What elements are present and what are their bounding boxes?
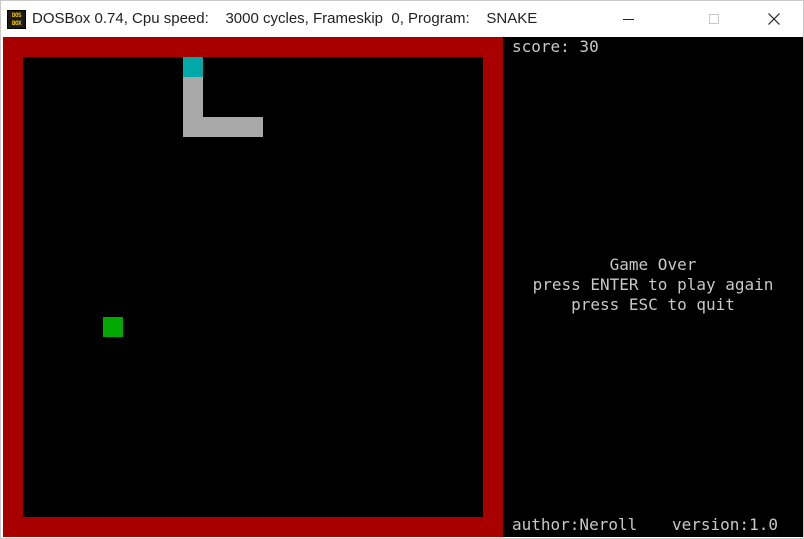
snake-body-segment: [183, 77, 203, 137]
minimize-button[interactable]: [605, 1, 651, 37]
game-board: [23, 57, 483, 517]
window-title: DOSBox 0.74, Cpu speed: 3000 cycles, Fra…: [32, 9, 537, 29]
game-board-border: [3, 37, 503, 537]
maximize-icon: [709, 14, 719, 24]
dos-screen[interactable]: score: 30 Game Over press ENTER to play …: [3, 37, 803, 537]
snake-body-segment: [203, 117, 263, 137]
title-program: SNAKE: [486, 10, 538, 27]
quit-instruction: press ESC to quit: [571, 295, 735, 314]
play-again-instruction: press ENTER to play again: [532, 275, 774, 294]
maximize-button[interactable]: [691, 1, 737, 37]
title-app: DOSBox 0.74, Cpu speed:: [32, 10, 209, 27]
dosbox-app-icon[interactable]: DOS BOX: [7, 10, 26, 29]
version-label: version:1.0: [672, 515, 778, 534]
author-label: author:Neroll: [512, 515, 638, 534]
app-icon-text-top: DOS: [11, 12, 22, 19]
minimize-icon: [622, 18, 634, 20]
close-button[interactable]: [751, 1, 797, 37]
title-cycles: 3000 cycles, Frameskip 0, Program:: [225, 10, 470, 27]
title-bar[interactable]: DOS BOX DOSBox 0.74, Cpu speed: 3000 cyc…: [1, 1, 803, 37]
food-pellet: [103, 317, 123, 337]
snake-head: [183, 57, 203, 77]
game-over-title: Game Over: [609, 255, 697, 274]
dosbox-window: DOS BOX DOSBox 0.74, Cpu speed: 3000 cyc…: [0, 0, 804, 539]
close-icon: [768, 13, 780, 25]
score-label: score: 30: [512, 37, 599, 56]
app-icon-text-bottom: BOX: [11, 20, 22, 27]
